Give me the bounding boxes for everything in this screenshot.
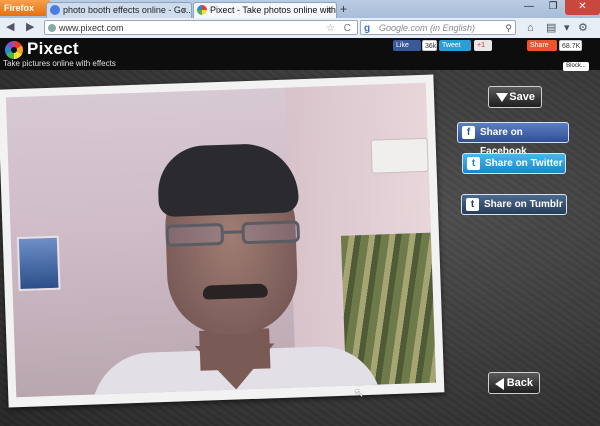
photo-person <box>89 142 382 398</box>
new-tab-button[interactable]: + <box>340 2 347 16</box>
site-tagline: Take pictures online with effects <box>3 59 116 68</box>
pixect-favicon-icon <box>197 5 207 15</box>
back-label: Back <box>506 377 533 389</box>
home-icon[interactable]: ⌂ <box>527 21 534 35</box>
pixect-logo-icon[interactable] <box>5 41 23 59</box>
tumblr-icon: t <box>466 198 479 211</box>
captured-photo-frame <box>0 74 445 408</box>
browser-tab-bar: Firefox photo booth effects online - Go.… <box>0 0 600 18</box>
url-bar[interactable]: www.pixect.com ☆ C <box>44 20 358 35</box>
share-count: 68.7K <box>559 40 582 51</box>
save-label: Save <box>509 91 535 103</box>
photo-wall-poster <box>16 235 61 292</box>
url-text: www.pixect.com <box>59 23 124 33</box>
share-tumblr-label: Share on Tumblr <box>484 199 563 210</box>
share-button[interactable]: Share <box>527 40 557 51</box>
twitter-icon: t <box>467 157 480 170</box>
firefox-menu-button[interactable]: Firefox <box>0 0 50 16</box>
share-twitter-button[interactable]: t Share on Twitter <box>462 153 566 174</box>
facebook-like-button[interactable]: Like <box>393 40 421 51</box>
google-favicon-icon <box>50 5 60 15</box>
reload-icon[interactable]: C <box>344 21 351 36</box>
share-tumblr-button[interactable]: t Share on Tumblr <box>461 194 567 215</box>
google-search-engine-icon[interactable]: g <box>364 23 375 34</box>
save-arrow-icon <box>496 93 508 102</box>
tab-title: Pixect - Take photos online with... <box>210 5 337 15</box>
site-header: Pixect Take pictures online with effects… <box>0 38 600 70</box>
search-placeholder: Google.com (in English) <box>379 23 476 33</box>
site-identity-icon[interactable] <box>48 24 56 32</box>
back-button[interactable]: Back <box>488 372 540 394</box>
close-window-button[interactable]: ✕ <box>565 0 600 15</box>
tab-pixect[interactable]: Pixect - Take photos online with... × <box>193 2 337 18</box>
save-button[interactable]: Save <box>488 86 542 108</box>
back-arrow-icon <box>495 378 504 390</box>
like-label: Like <box>396 42 409 49</box>
tab-title: photo booth effects online - Go... <box>63 5 192 15</box>
share-twitter-label: Share on Twitter <box>485 158 563 169</box>
tab-close-icon[interactable]: × <box>327 3 332 18</box>
minimize-button[interactable]: — <box>517 0 541 15</box>
downloads-icon[interactable]: ▾ <box>564 21 570 35</box>
photo-glasses <box>157 220 308 251</box>
share-facebook-button[interactable]: f Share on Facebook <box>457 122 569 157</box>
captured-photo <box>5 82 437 398</box>
tab-google-search[interactable]: photo booth effects online - Go... × <box>46 2 192 18</box>
mouse-cursor-icon: ↖ <box>354 386 365 400</box>
tweet-button[interactable]: Tweet <box>439 40 471 51</box>
block-popup-label[interactable]: Block... <box>563 62 589 71</box>
forward-arrow-icon[interactable]: ▶ <box>26 20 34 35</box>
search-input[interactable]: g Google.com (in English) ⚲ <box>360 20 516 35</box>
site-logo-text[interactable]: Pixect <box>27 39 79 59</box>
tab-close-icon[interactable]: × <box>182 3 187 18</box>
back-arrow-icon[interactable]: ◀ <box>6 20 14 35</box>
facebook-like-count: 36k <box>422 40 437 51</box>
bookmarks-icon[interactable]: ▤ <box>546 21 556 35</box>
maximize-button[interactable]: ❐ <box>541 0 565 15</box>
bookmark-star-icon[interactable]: ☆ <box>326 21 335 36</box>
facebook-icon: f <box>462 126 475 139</box>
browser-nav-bar: ◀ ▶ www.pixect.com ☆ C g Google.com (in … <box>0 18 600 39</box>
search-icon[interactable]: ⚲ <box>505 21 512 36</box>
tweet-label: Tweet <box>442 42 461 49</box>
addon-gear-icon[interactable]: ⚙ <box>578 21 588 35</box>
google-plus-button[interactable]: +1 <box>474 40 492 51</box>
photo-air-conditioner <box>370 137 429 174</box>
